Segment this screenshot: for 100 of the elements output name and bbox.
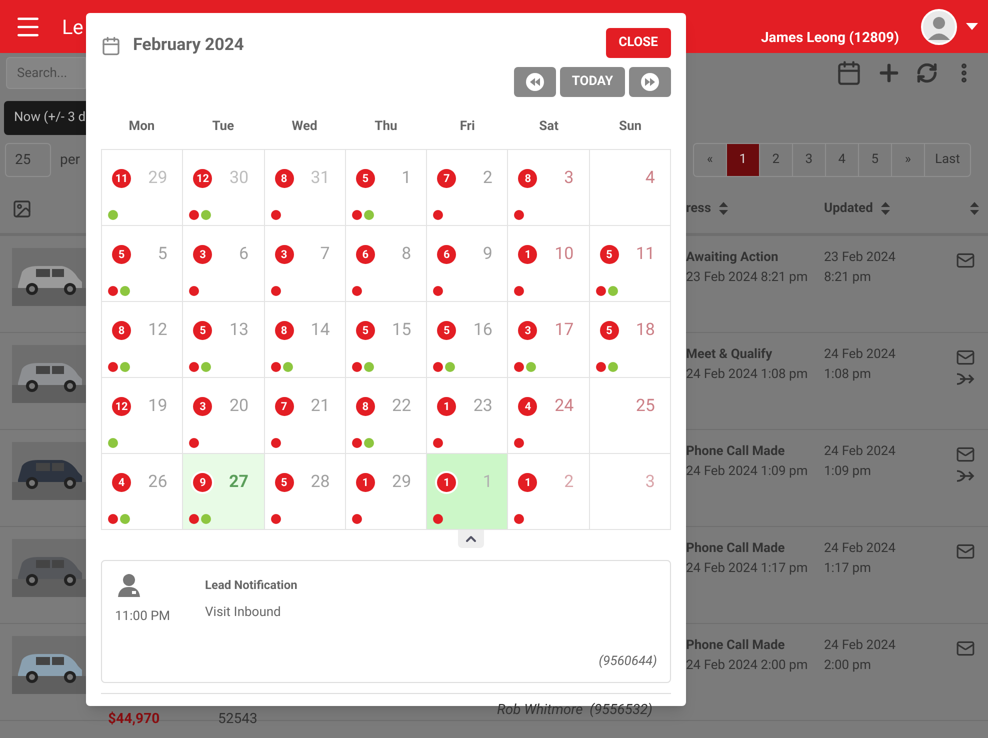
day-number: 4 [645, 166, 655, 190]
weekday-label: Sat [539, 118, 559, 136]
rewind-icon [526, 72, 544, 90]
count-badge: 5 [112, 244, 131, 264]
column-header[interactable]: Updated [824, 198, 873, 218]
day-number: 6 [239, 242, 249, 266]
calendar-day[interactable]: 4 26 [102, 454, 184, 530]
mail-icon[interactable] [956, 348, 975, 367]
day-number: 22 [392, 394, 412, 418]
collapse-button[interactable] [458, 530, 484, 548]
updated-time: 1:17 pm [824, 560, 872, 578]
count-badge: 6 [437, 244, 456, 264]
page-link[interactable]: 1 [726, 144, 760, 176]
search-field[interactable]: Search... [6, 57, 86, 89]
count-badge: 8 [274, 168, 294, 188]
sort-icon[interactable] [719, 202, 728, 215]
calendar-day[interactable]: 6 9 [427, 226, 508, 302]
calendar-day[interactable]: 12 30 [183, 150, 265, 226]
avatar[interactable] [921, 8, 957, 44]
next-month-button[interactable] [629, 66, 671, 96]
calendar-day[interactable]: 7 21 [264, 378, 346, 454]
sort-icon[interactable] [880, 202, 890, 215]
day-number: 9 [482, 242, 492, 266]
calendar-day[interactable]: 7 2 [427, 150, 508, 226]
calendar-day[interactable]: 12 19 [102, 378, 184, 454]
day-number: 16 [473, 318, 492, 342]
previous-month-button[interactable] [514, 66, 556, 96]
calendar-day[interactable]: 5 11 [590, 226, 671, 302]
calendar-day[interactable]: 8 3 [508, 150, 590, 226]
mail-icon[interactable] [956, 251, 975, 270]
filter-button[interactable]: Now (+/- 3 d [4, 101, 86, 135]
day-number: 24 [554, 394, 574, 418]
calendar-day[interactable]: 5 5 [102, 226, 184, 302]
calendar-day[interactable]: 3 17 [508, 302, 590, 378]
price: $44,970 [108, 710, 161, 728]
calendar-day[interactable]: 3 6 [183, 226, 265, 302]
count-badge: 3 [274, 244, 294, 264]
day-number: 7 [320, 242, 330, 266]
calendar-day[interactable]: 1 23 [427, 378, 508, 454]
page-link[interactable]: 5 [858, 144, 892, 176]
calendar-day[interactable]: 1 2 [508, 454, 590, 530]
updated-date: 24 Feb 2024 [824, 346, 897, 364]
calendar-day[interactable]: 3 20 [183, 378, 265, 454]
calendar-day[interactable]: 9 27 [183, 454, 265, 530]
calendar-day[interactable]: 8 31 [264, 150, 346, 226]
page-link[interactable]: » [892, 144, 925, 176]
page-link[interactable]: 3 [792, 144, 826, 176]
calendar-day[interactable]: 8 22 [346, 378, 428, 454]
dialog-title: February 2024 [133, 34, 244, 57]
weekday-label: Sun [618, 118, 642, 136]
calendar-day[interactable]: 5 16 [427, 302, 508, 378]
page-link[interactable]: Last [924, 144, 970, 176]
mail-icon[interactable] [956, 639, 975, 658]
calendar-day[interactable]: 5 1 [346, 150, 428, 226]
weekday-label: Thu [374, 118, 398, 136]
count-badge: 7 [437, 168, 456, 188]
calendar-day[interactable]: 8 14 [264, 302, 346, 378]
day-number: 15 [392, 318, 412, 342]
calendar-day[interactable]: 3 7 [264, 226, 346, 302]
today-button[interactable]: TODAY [560, 66, 625, 96]
count-badge: 8 [356, 396, 375, 416]
page-size-field[interactable]: 25 [5, 143, 51, 177]
day-number: 30 [229, 166, 249, 190]
count-badge: 1 [356, 472, 375, 492]
count-badge: 11 [112, 168, 131, 188]
mail-icon[interactable] [956, 542, 975, 561]
column-header[interactable]: ress [686, 198, 712, 218]
calendar-day[interactable]: 8 12 [102, 302, 184, 378]
page-link[interactable]: 4 [826, 144, 859, 176]
calendar-day[interactable]: 11 29 [102, 150, 184, 226]
calendar-day[interactable]: 5 18 [590, 302, 671, 378]
calendar-day[interactable]: 6 8 [346, 226, 428, 302]
count-badge: 9 [193, 472, 212, 492]
updated-date: 24 Feb 2024 [824, 637, 897, 655]
updated-date: 24 Feb 2024 [824, 443, 897, 461]
close-button[interactable]: CLOSE [606, 28, 671, 58]
calendar-day[interactable]: 1 1 [427, 454, 508, 530]
calendar-day[interactable]: 5 28 [264, 454, 346, 530]
mail-icon[interactable] [956, 445, 975, 464]
calendar-day[interactable]: 4 24 [508, 378, 590, 454]
day-number: 25 [636, 394, 655, 418]
calendar-day[interactable]: 5 13 [183, 302, 265, 378]
calendar-icon[interactable] [836, 60, 862, 86]
calendar-day[interactable]: 5 15 [346, 302, 428, 378]
page-link[interactable]: 2 [760, 144, 793, 176]
merge-arrow-icon[interactable] [956, 470, 975, 482]
status-time: 24 Feb 2024 1:17 pm [686, 560, 809, 578]
refresh-icon[interactable] [916, 62, 938, 84]
count-badge: 1 [437, 396, 456, 416]
calendar-day[interactable]: 1 10 [508, 226, 590, 302]
calendar-day[interactable]: 1 29 [346, 454, 428, 530]
stock-number: 52543 [218, 710, 258, 728]
sort-icon[interactable] [970, 202, 979, 215]
user-name: James Leong (12809) [760, 29, 899, 48]
count-badge: 4 [112, 472, 131, 492]
calendar-day[interactable]: 25 [590, 378, 671, 454]
merge-arrow-icon[interactable] [956, 373, 975, 385]
person-icon [117, 572, 141, 596]
calendar-day[interactable]: 4 [590, 150, 671, 226]
caret-icon[interactable] [966, 23, 978, 30]
